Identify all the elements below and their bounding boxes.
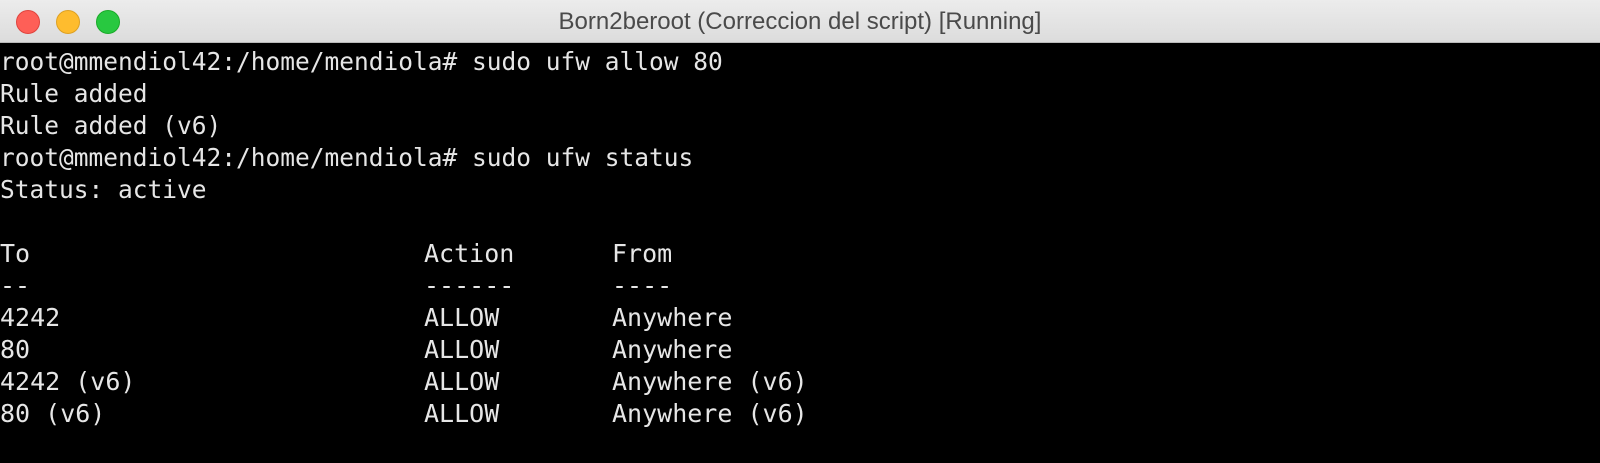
separator-from: ---- (612, 271, 673, 300)
separator-action: ------ (424, 271, 515, 300)
terminal-screen[interactable]: root@mmendiol42:/home/mendiola# sudo ufw… (0, 43, 1600, 463)
rule-from: Anywhere (612, 303, 733, 332)
header-to: To (0, 239, 31, 268)
header-from: From (612, 239, 673, 268)
rule-to: 80 (v6) (0, 399, 106, 428)
separator-to: -- (0, 271, 31, 300)
window-title: Born2beroot (Correccion del script) [Run… (558, 8, 1042, 35)
terminal-output: root@mmendiol42:/home/mendiola# sudo ufw… (0, 46, 808, 430)
rule-action: ALLOW (424, 335, 500, 364)
rule-action: ALLOW (424, 367, 500, 396)
table-row: 4242 ALLOW Anywhere (0, 302, 738, 334)
command-line: root@mmendiol42:/home/mendiola# sudo ufw… (0, 47, 723, 76)
title-bar[interactable]: Born2beroot (Correccion del script) [Run… (0, 0, 1600, 43)
ufw-table-header: To Action From (0, 238, 738, 270)
rule-from: Anywhere (612, 335, 733, 364)
vm-window: Born2beroot (Correccion del script) [Run… (0, 0, 1600, 463)
rule-to: 4242 (v6) (0, 367, 136, 396)
table-row: 80 ALLOW Anywhere (0, 334, 738, 366)
rule-from: Anywhere (v6) (612, 399, 808, 428)
header-action: Action (424, 239, 515, 268)
rule-action: ALLOW (424, 399, 500, 428)
table-row: 80 (v6) ALLOW Anywhere (v6) (0, 398, 808, 430)
table-row: 4242 (v6) ALLOW Anywhere (v6) (0, 366, 808, 398)
output-line: Rule added (0, 79, 148, 108)
rule-to: 80 (0, 335, 31, 364)
rule-action: ALLOW (424, 303, 500, 332)
output-line: Rule added (v6) (0, 111, 222, 140)
command-line: root@mmendiol42:/home/mendiola# sudo ufw… (0, 143, 694, 172)
ufw-table-separator: -- ------ ---- (0, 270, 738, 302)
rule-from: Anywhere (v6) (612, 367, 808, 396)
rule-to: 4242 (0, 303, 61, 332)
output-line: Status: active (0, 175, 207, 204)
